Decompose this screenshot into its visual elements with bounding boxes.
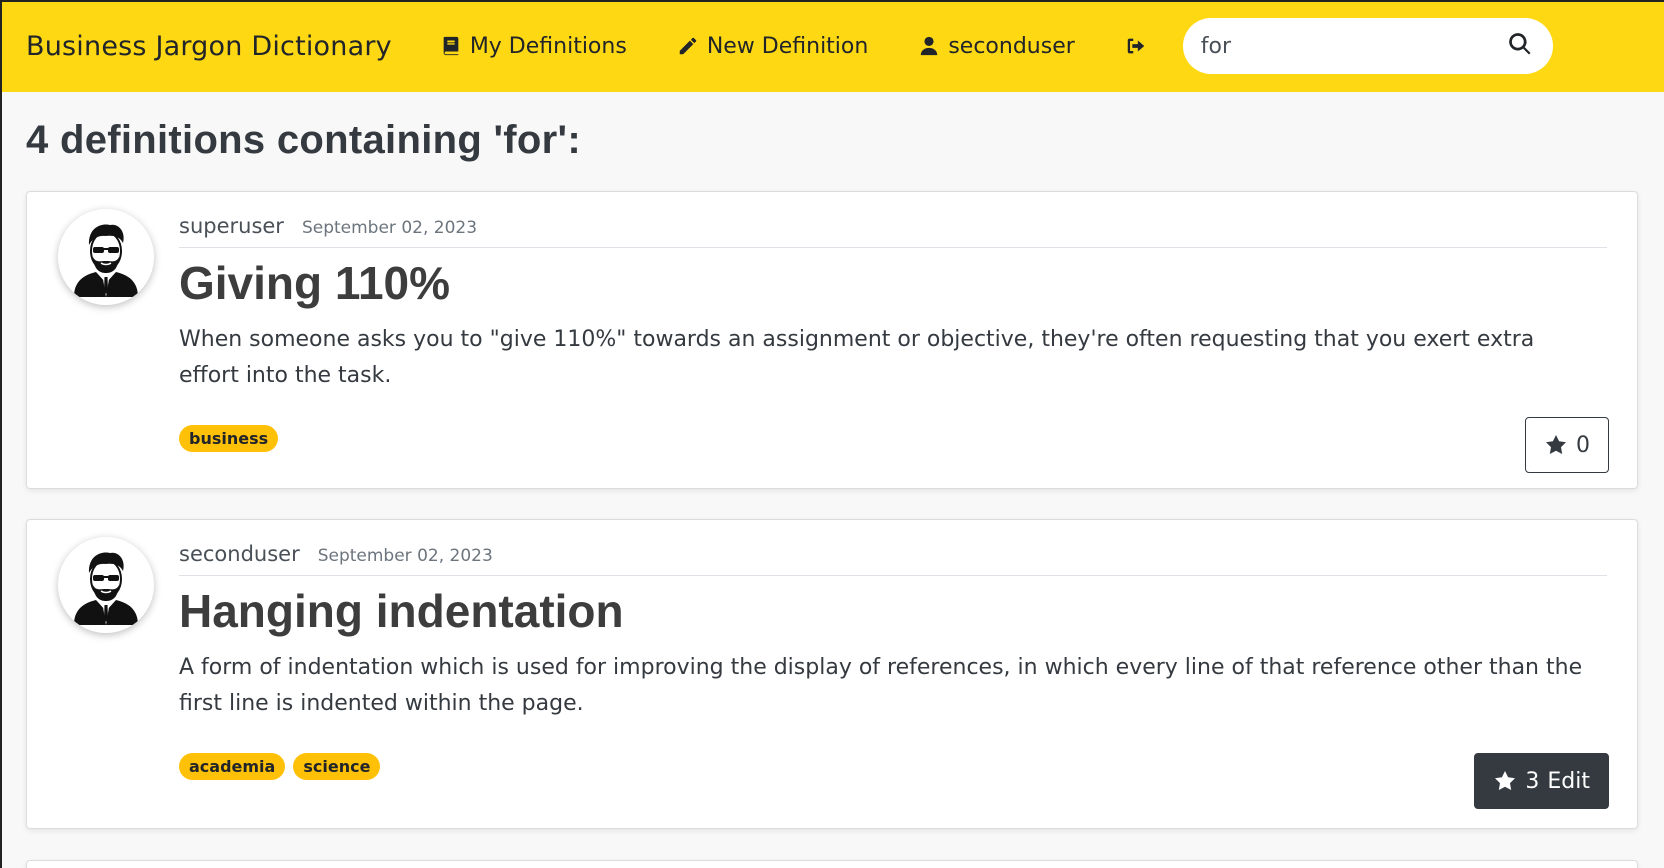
star-icon xyxy=(1546,435,1566,455)
definition-card: superuser September 02, 2023 Giving 110%… xyxy=(26,191,1638,489)
tag-badge[interactable]: business xyxy=(179,425,279,452)
definition-text: When someone asks you to "give 110%" tow… xyxy=(179,327,1535,388)
nav-user-profile[interactable]: seconduser xyxy=(918,33,1075,59)
window-frame-left xyxy=(0,0,2,868)
definition-date: September 02, 2023 xyxy=(317,546,493,566)
definition-title[interactable]: Giving 110% xyxy=(179,256,450,310)
author-link[interactable]: seconduser xyxy=(179,542,300,566)
tag-list: business xyxy=(179,425,279,452)
window-frame-top xyxy=(0,0,1664,2)
vote-edit-button[interactable]: 3 Edit xyxy=(1474,753,1609,809)
search-button[interactable] xyxy=(1507,31,1533,61)
book-icon xyxy=(443,36,459,56)
definition-card: seconduser September 02, 2023 Hanging in… xyxy=(26,519,1638,829)
nav-new-definition[interactable]: New Definition xyxy=(677,33,869,59)
tag-list: academia science xyxy=(179,753,381,780)
definition-meta: seconduser September 02, 2023 xyxy=(179,542,1607,576)
definition-text: A form of indentation which is used for … xyxy=(179,655,1583,716)
search-input[interactable] xyxy=(1200,33,1481,59)
nav-username-label: seconduser xyxy=(948,33,1075,59)
definition-title[interactable]: Hanging indentation xyxy=(179,584,624,638)
author-link[interactable]: superuser xyxy=(179,214,284,238)
definition-meta: superuser September 02, 2023 xyxy=(179,214,1607,248)
definition-card xyxy=(26,860,1638,868)
nav-new-definition-label: New Definition xyxy=(706,33,869,59)
sign-out-icon xyxy=(1127,38,1145,54)
vote-count: 3 xyxy=(1525,768,1540,794)
user-icon xyxy=(921,36,938,56)
avatar xyxy=(58,537,154,633)
vote-count: 0 xyxy=(1576,432,1590,458)
navbar: Business Jargon Dictionary My Definition… xyxy=(0,0,1664,92)
results-heading: 4 definitions containing 'for': xyxy=(26,118,581,162)
search-box xyxy=(1182,18,1553,74)
edit-label: Edit xyxy=(1547,768,1590,794)
pencil-icon xyxy=(679,37,697,55)
tag-badge[interactable]: academia xyxy=(179,753,286,780)
businessman-avatar-icon xyxy=(74,552,138,625)
businessman-avatar-icon xyxy=(74,224,138,297)
avatar xyxy=(58,209,154,305)
vote-button[interactable]: 0 xyxy=(1525,417,1609,473)
definition-date: September 02, 2023 xyxy=(301,218,478,238)
logout-button[interactable] xyxy=(1125,35,1147,57)
nav-my-definitions[interactable]: My Definitions xyxy=(440,34,627,59)
search-icon xyxy=(1508,33,1531,55)
brand-link[interactable]: Business Jargon Dictionary xyxy=(26,31,392,62)
nav-my-definitions-label: My Definitions xyxy=(469,33,627,59)
tag-badge[interactable]: science xyxy=(293,753,381,780)
star-icon xyxy=(1495,771,1516,791)
